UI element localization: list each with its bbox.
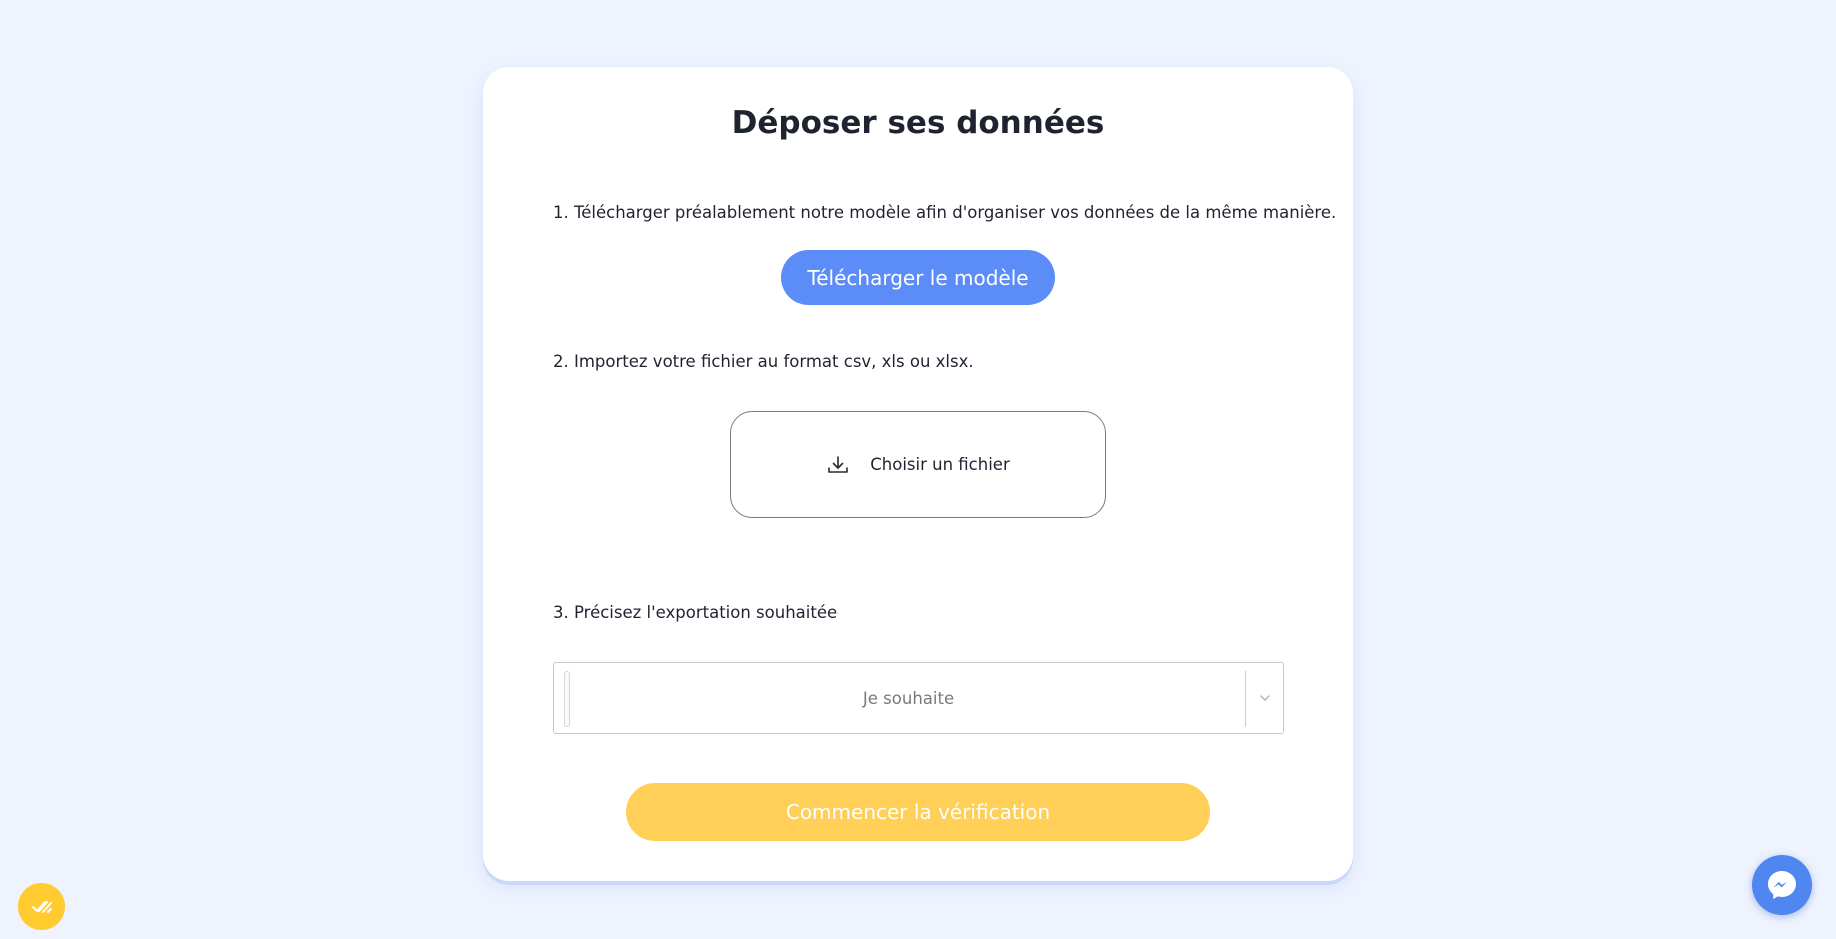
export-select-placeholder: Je souhaite bbox=[862, 688, 955, 708]
choose-file-button[interactable]: Choisir un fichier bbox=[730, 411, 1106, 518]
help-fab[interactable] bbox=[18, 883, 65, 930]
select-scroll-handle bbox=[564, 671, 570, 727]
messenger-icon bbox=[1764, 867, 1800, 903]
step-2-instruction: 2. Importez votre fichier au format csv,… bbox=[553, 352, 974, 371]
page-title: Déposer ses données bbox=[731, 105, 1105, 141]
step-1-instruction: 1. Télécharger préalablement notre modèl… bbox=[553, 203, 1337, 222]
download-icon bbox=[826, 453, 850, 477]
checkmarks-icon bbox=[28, 893, 56, 921]
step-3-instruction: 3. Précisez l'exportation souhaitée bbox=[553, 603, 838, 622]
messenger-chat-button[interactable] bbox=[1752, 855, 1812, 915]
start-verification-button[interactable]: Commencer la vérification bbox=[626, 783, 1210, 841]
export-select[interactable]: Je souhaite bbox=[553, 662, 1284, 734]
select-separator bbox=[1245, 671, 1246, 727]
download-template-button[interactable]: Télécharger le modèle bbox=[781, 250, 1055, 305]
upload-card: Déposer ses données 1. Télécharger préal… bbox=[483, 67, 1353, 881]
chevron-down-icon[interactable] bbox=[1255, 688, 1275, 708]
choose-file-label: Choisir un fichier bbox=[870, 455, 1010, 474]
